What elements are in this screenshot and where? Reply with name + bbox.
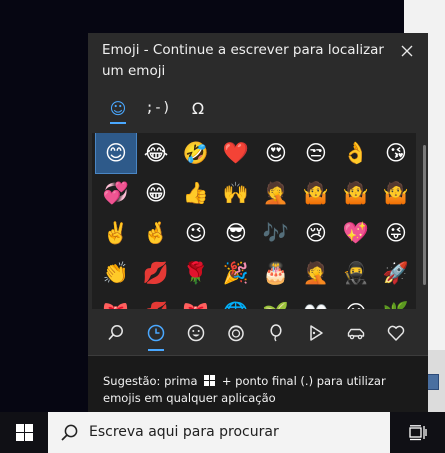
- smiley-icon: ☺: [109, 98, 127, 118]
- emoji-cell[interactable]: 🤣: [176, 133, 216, 173]
- emoji-grid-area: 😊😂🤣❤️😍😒👌😘💞😁👍🙌🤦🤷🤷🤷✌️🤞😉😎🎶😢💖😜👏💋🌹🎉🎂🤦🥷🚀🎀💋🎀🌐🌱👀…: [92, 133, 416, 309]
- windows-logo-icon: [15, 424, 33, 441]
- windows-key-icon: [204, 375, 216, 386]
- smiley-face-icon: [187, 324, 205, 342]
- emoji-cell[interactable]: 🌹: [176, 253, 216, 293]
- grid-scrollbar[interactable]: [423, 145, 426, 285]
- search-icon: [108, 325, 123, 341]
- celebration-balloon-icon: [270, 324, 282, 342]
- emoji-cell[interactable]: 🤞: [136, 213, 176, 253]
- taskbar: Escreva aqui para procurar: [0, 412, 445, 453]
- emoji-cell[interactable]: 😐: [336, 293, 376, 309]
- emoji-cell[interactable]: ✌️: [96, 213, 136, 253]
- travel-car-icon: [347, 328, 365, 340]
- people-icon: [228, 325, 244, 342]
- emoji-cell[interactable]: 💖: [336, 213, 376, 253]
- emoji-cell[interactable]: 😁: [136, 173, 176, 213]
- emoji-grid: 😊😂🤣❤️😍😒👌😘💞😁👍🙌🤦🤷🤷🤷✌️🤞😉😎🎶😢💖😜👏💋🌹🎉🎂🤦🥷🚀🎀💋🎀🌐🌱👀…: [95, 133, 416, 309]
- tab-people[interactable]: [216, 313, 256, 353]
- taskbar-search-box[interactable]: Escreva aqui para procurar: [48, 412, 390, 453]
- tab-search[interactable]: [96, 313, 136, 353]
- emoji-cell[interactable]: 🤦: [256, 173, 296, 213]
- tab-smileys[interactable]: [176, 313, 216, 353]
- food-pizza-icon: [310, 325, 323, 341]
- task-view-icon: [409, 424, 427, 440]
- recent-clock-icon: [147, 324, 165, 342]
- tip-text: Sugestão: prima + ponto final (.) para u…: [103, 373, 418, 407]
- close-icon: [401, 45, 413, 57]
- category-tabs: ☺ ;-) Ω: [98, 91, 218, 125]
- emoji-cell[interactable]: 👌: [336, 133, 376, 173]
- emoji-cell[interactable]: 💋: [136, 253, 176, 293]
- emoji-cell[interactable]: 🎶: [256, 213, 296, 253]
- emoji-cell[interactable]: 🙌: [216, 173, 256, 213]
- tab-celebration[interactable]: [256, 313, 296, 353]
- tip-text-before: Sugestão: prima: [103, 374, 198, 388]
- emoji-cell[interactable]: 🤷: [376, 173, 416, 213]
- tab-emoji[interactable]: ☺: [98, 91, 138, 125]
- tip-bar: Sugestão: prima + ponto final (.) para u…: [88, 355, 428, 419]
- emoji-cell[interactable]: 🤷: [296, 173, 336, 213]
- kaomoji-icon: ;-): [145, 100, 171, 116]
- start-button[interactable]: [0, 412, 48, 453]
- task-view-button[interactable]: [398, 412, 438, 453]
- emoji-cell[interactable]: 👏: [96, 253, 136, 293]
- search-icon: [61, 424, 78, 441]
- emoji-cell[interactable]: ❤️: [216, 133, 256, 173]
- emoji-cell[interactable]: 🌿: [376, 293, 416, 309]
- emoji-cell[interactable]: 👍: [176, 173, 216, 213]
- background-window-icon: [427, 374, 439, 390]
- emoji-cell[interactable]: 🎉: [216, 253, 256, 293]
- tab-kaomoji[interactable]: ;-): [138, 91, 178, 125]
- emoji-cell[interactable]: 😜: [376, 213, 416, 253]
- heart-symbols-icon: [387, 325, 405, 341]
- tab-recent[interactable]: [136, 313, 176, 353]
- tab-symbols[interactable]: Ω: [178, 91, 218, 125]
- emoji-cell[interactable]: 😍: [256, 133, 296, 173]
- emoji-cell[interactable]: 🤷: [336, 173, 376, 213]
- emoji-cell[interactable]: 🚀: [376, 253, 416, 293]
- tab-symbols-hearts[interactable]: [376, 313, 416, 353]
- emoji-cell[interactable]: 😘: [376, 133, 416, 173]
- emoji-category-bar: [96, 313, 416, 353]
- emoji-cell[interactable]: 😒: [296, 133, 336, 173]
- search-placeholder: Escreva aqui para procurar: [89, 424, 279, 440]
- emoji-cell[interactable]: 🎀: [176, 293, 216, 309]
- emoji-cell[interactable]: 😉: [176, 213, 216, 253]
- emoji-cell[interactable]: 🥷: [336, 253, 376, 293]
- close-button[interactable]: [392, 37, 422, 65]
- tab-travel[interactable]: [336, 313, 376, 353]
- panel-title: Emoji - Continue a escrever para localiz…: [102, 42, 384, 79]
- omega-icon: Ω: [191, 98, 205, 118]
- tab-food[interactable]: [296, 313, 336, 353]
- emoji-cell[interactable]: 👀: [296, 293, 336, 309]
- emoji-cell[interactable]: 🌐: [216, 293, 256, 309]
- emoji-cell[interactable]: 💋: [136, 293, 176, 309]
- emoji-cell[interactable]: 🌱: [256, 293, 296, 309]
- emoji-cell[interactable]: 💞: [96, 173, 136, 213]
- emoji-cell[interactable]: 🎀: [96, 293, 136, 309]
- emoji-panel: Emoji - Continue a escrever para localiz…: [88, 33, 428, 419]
- emoji-cell[interactable]: 🤦: [296, 253, 336, 293]
- emoji-cell[interactable]: 😊: [95, 133, 137, 174]
- emoji-cell[interactable]: 😢: [296, 213, 336, 253]
- emoji-cell[interactable]: 😎: [216, 213, 256, 253]
- emoji-cell[interactable]: 🎂: [256, 253, 296, 293]
- emoji-cell[interactable]: 😂: [136, 133, 176, 173]
